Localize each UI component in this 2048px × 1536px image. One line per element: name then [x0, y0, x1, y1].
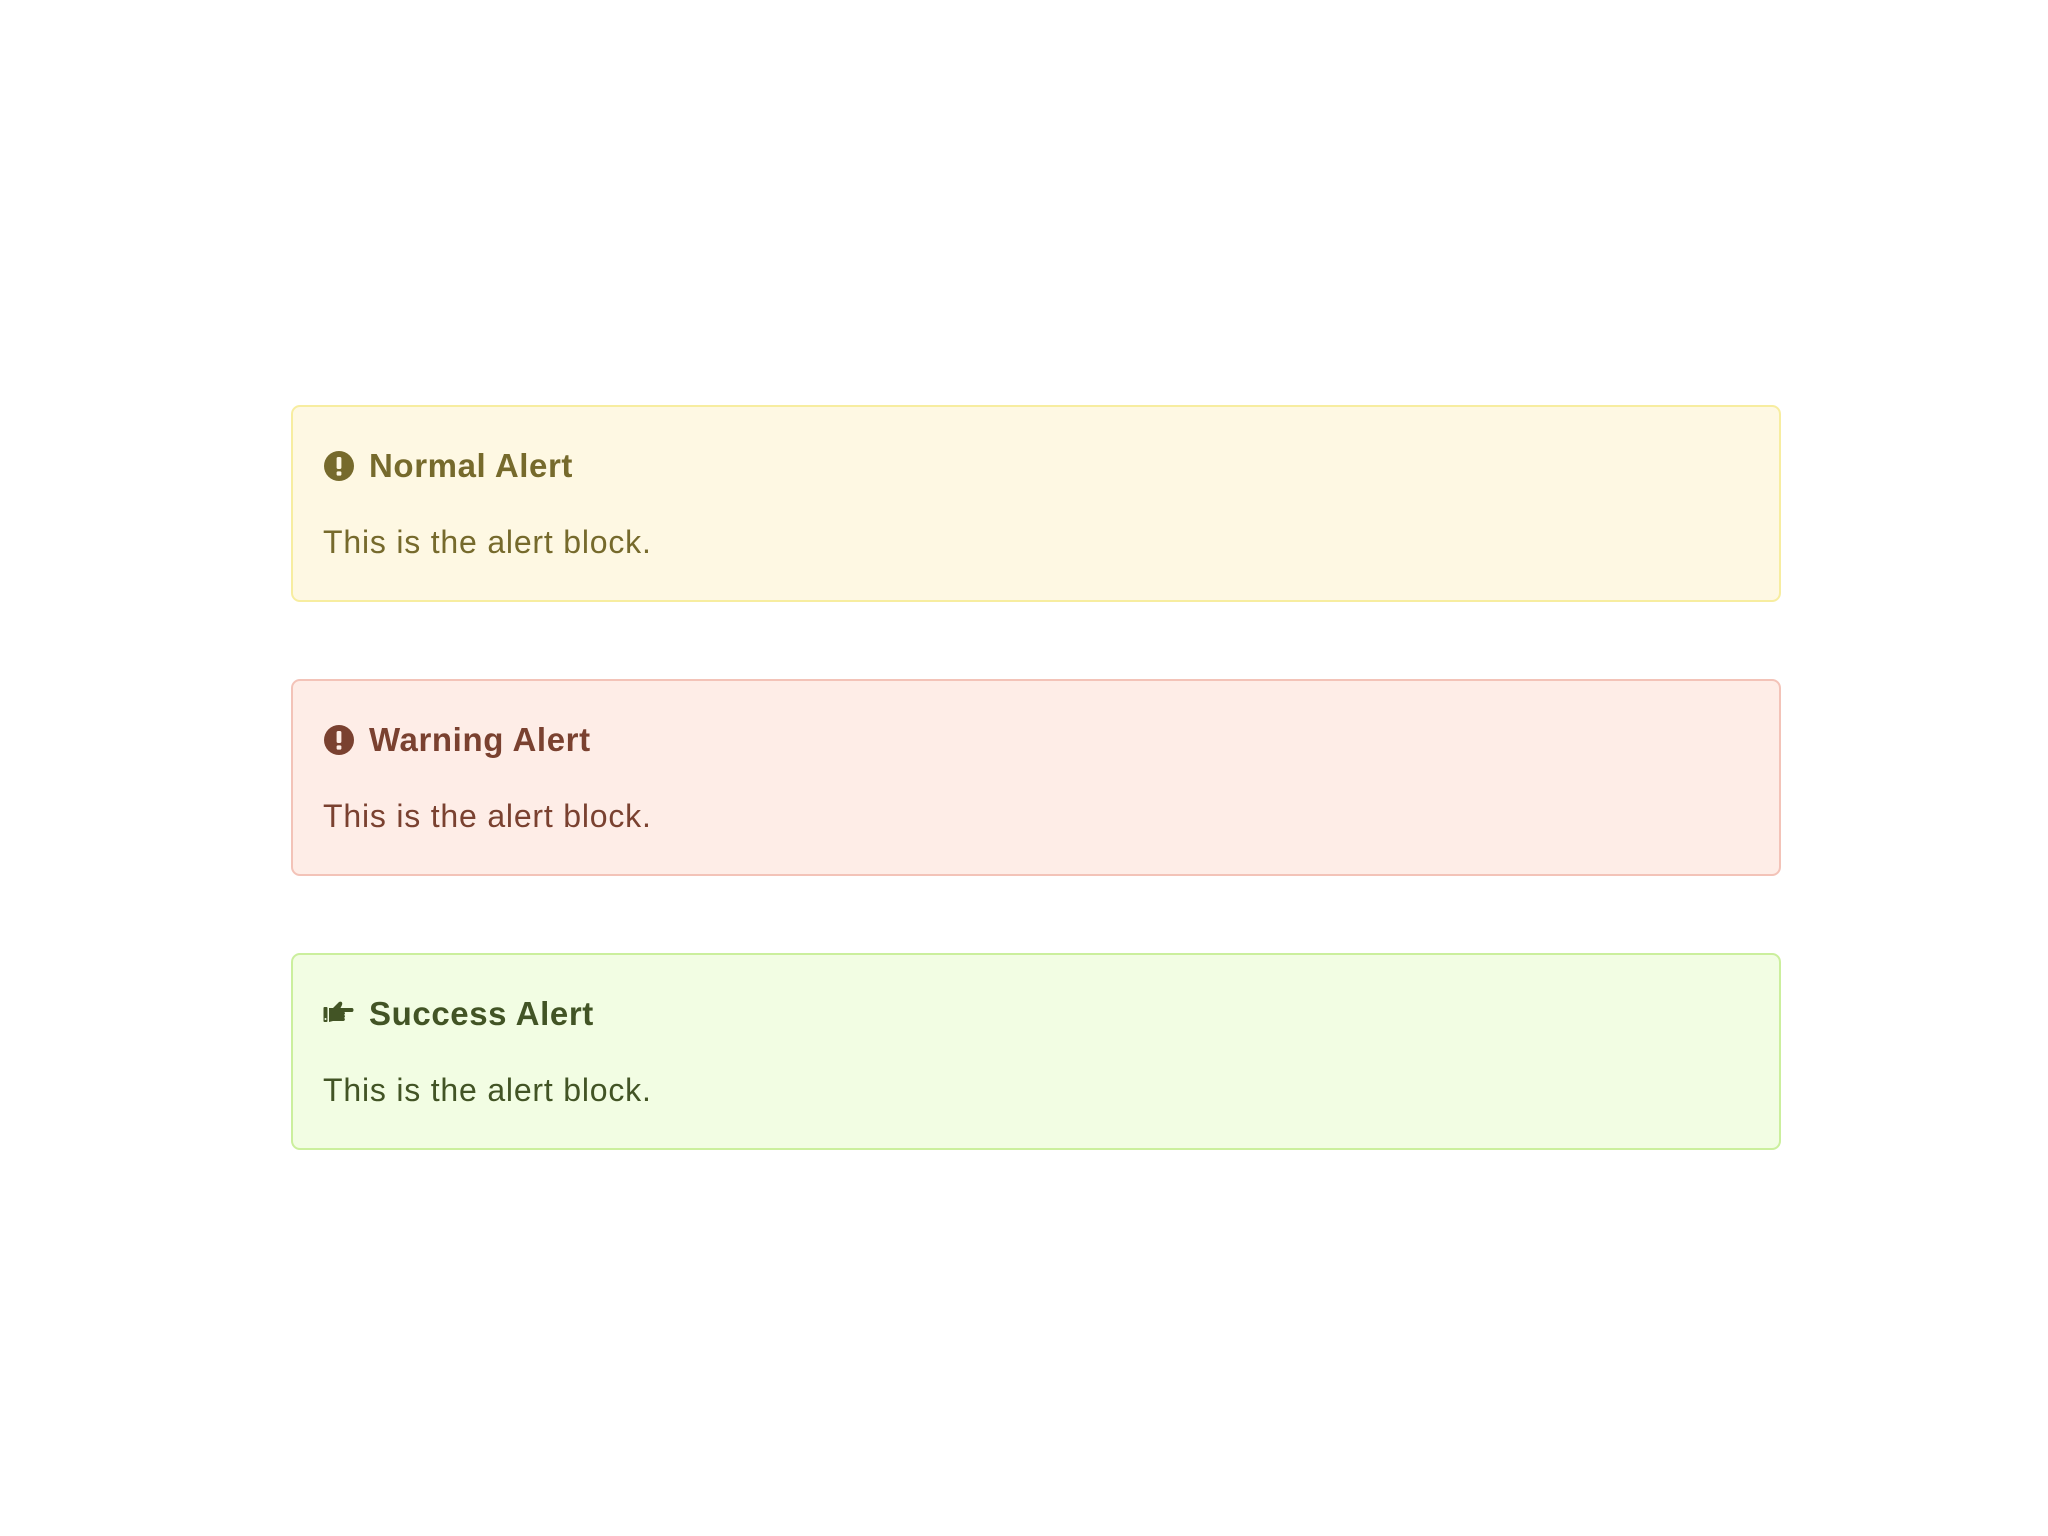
alert-title-text: Normal Alert	[369, 447, 574, 484]
warning-alert: Warning Alert This is the alert block.	[291, 679, 1781, 876]
success-alert: Success Alert This is the alert block.	[291, 953, 1781, 1150]
exclamation-circle-icon	[323, 724, 355, 756]
alert-title-text: Warning Alert	[369, 721, 591, 758]
exclamation-circle-icon	[323, 450, 355, 482]
alert-body-text: This is the alert block.	[323, 1072, 652, 1108]
normal-alert: Normal Alert This is the alert block.	[291, 405, 1781, 602]
alert-title: Success Alert	[323, 995, 594, 1033]
hand-point-right-icon	[323, 998, 355, 1030]
alert-title: Normal Alert	[323, 447, 573, 485]
alert-body-text: This is the alert block.	[323, 798, 652, 834]
alert-title-text: Success Alert	[369, 995, 594, 1032]
alert-list: Normal Alert This is the alert block. Wa…	[291, 405, 1781, 1227]
alert-body-text: This is the alert block.	[323, 524, 652, 560]
alert-title: Warning Alert	[323, 721, 591, 759]
